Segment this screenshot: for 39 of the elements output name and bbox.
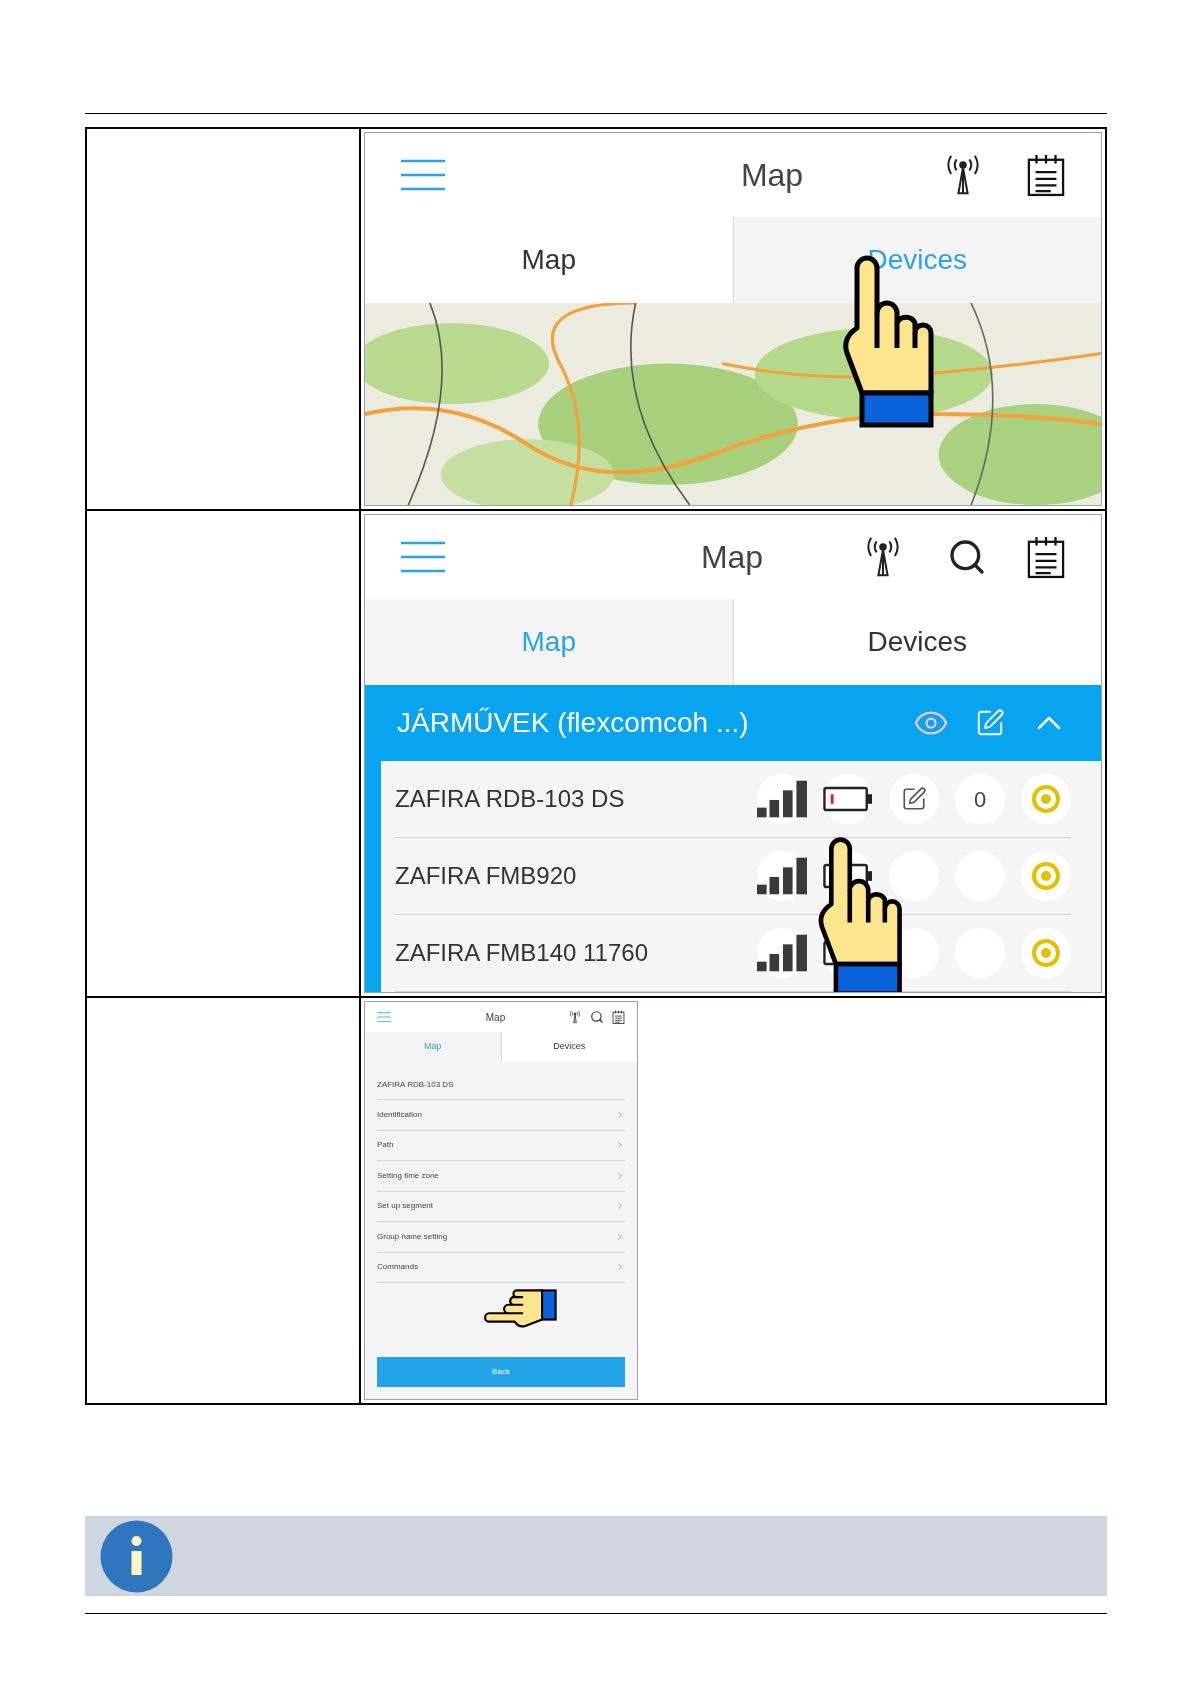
search-icon[interactable]	[590, 1010, 604, 1024]
search-icon[interactable]	[947, 537, 987, 577]
signal-bars-icon	[757, 780, 807, 818]
menu-item[interactable]: Path	[377, 1130, 625, 1161]
menu-item[interactable]: Setting time zone	[377, 1161, 625, 1192]
chevron-right-icon	[615, 1262, 625, 1273]
tab[interactable]: Devices	[732, 599, 1101, 685]
menu-item[interactable]: Set up segment	[377, 1191, 625, 1222]
signal-bars-icon	[757, 934, 807, 972]
screen-title: Map	[699, 538, 764, 577]
chevron-right-icon	[615, 1170, 625, 1181]
menu-icon[interactable]	[401, 159, 445, 191]
chevron-right-icon	[615, 1231, 625, 1242]
notepad-icon[interactable]	[1027, 535, 1065, 579]
group-title: JÁRMŰVEK (flexcomcoh ...)	[397, 706, 749, 740]
device-row[interactable]: ZAFIRA RDB-103 DS 0	[395, 761, 1071, 838]
menu-icon[interactable]	[401, 541, 445, 573]
info-icon	[100, 1519, 173, 1593]
battery-low-icon	[823, 786, 873, 812]
edit-icon[interactable]	[901, 786, 927, 812]
tab[interactable]: Map	[365, 217, 733, 303]
device-name: ZAFIRA RDB-103 DS	[377, 1078, 454, 1091]
menu-item[interactable]: Commands	[377, 1252, 625, 1283]
chevron-right-icon	[615, 1140, 625, 1151]
screen-title: Map	[484, 1010, 506, 1025]
device-name: ZAFIRA FMB920	[395, 861, 577, 891]
menu-item[interactable]: Identification	[377, 1100, 625, 1131]
chevron-right-icon	[615, 1109, 625, 1120]
device-name: ZAFIRA FMB140 11760	[395, 938, 648, 968]
signal-bars-icon	[757, 857, 807, 895]
chevron-right-icon	[615, 1201, 625, 1212]
notepad-icon[interactable]	[1027, 153, 1065, 197]
menu-item[interactable]: Group name setting	[377, 1222, 625, 1253]
screen-title: Map	[739, 156, 804, 195]
device-name: ZAFIRA RDB-103 DS	[395, 784, 625, 814]
tab[interactable]: Devices	[500, 1032, 637, 1062]
notepad-icon[interactable]	[612, 1010, 625, 1024]
antenna-icon[interactable]	[568, 1010, 582, 1024]
device-count: 0	[973, 785, 987, 814]
